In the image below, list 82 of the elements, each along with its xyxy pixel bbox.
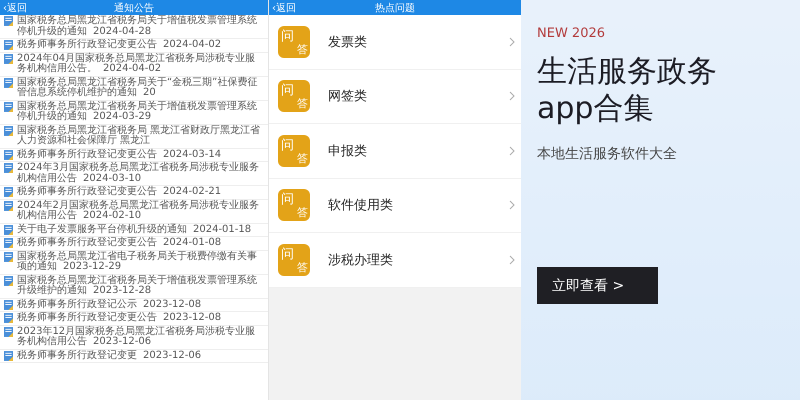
- notice-item[interactable]: 国家税务总局黑龙江省税务局关于增值税发票管理系统停机升级的通知 2024-03-29: [0, 100, 268, 124]
- notice-title: 国家税务总局黑龙江省税务局关于增值税发票管理系统停机升级的通知 2024-03-29: [17, 102, 258, 122]
- document-icon: [4, 326, 13, 336]
- category-item[interactable]: 问 答 发票类: [269, 15, 521, 70]
- document-icon: [4, 163, 13, 173]
- chevron-icon: [509, 36, 515, 47]
- notice-item[interactable]: 国家税务总局黑龙江省税务局关于增值税发票管理系统升级维护的通知 2023-12-28: [0, 274, 268, 298]
- document-icon: [4, 102, 13, 112]
- notice-title: 税务师事务所行政登记变更公告 2024-04-02: [17, 40, 222, 50]
- category-label: 申报类: [328, 142, 368, 160]
- promo-headline: 生活服务政务app合集: [537, 53, 717, 127]
- notice-title: 税务师事务所行政登记变更公告 2024-03-14: [17, 150, 222, 160]
- notice-title: 关于电子发票服务平台停机升级的通知 2024-01-18: [17, 224, 252, 235]
- category-label: 网签类: [328, 88, 368, 106]
- notice-title: 2024年04月国家税务总局黑龙江省税务局涉税专业服务机构信用公告。 2024-04-02: [17, 54, 256, 74]
- notice-item[interactable]: 税务师事务所行政登记变更 2023-12-06: [0, 350, 268, 363]
- chevron-icon: [509, 146, 515, 156]
- notice-item[interactable]: 2024年2月国家税务总局黑龙江省税务局涉税专业服务机构信用公告 2024-02-10: [0, 200, 268, 224]
- qa-badge: 问 答: [278, 134, 310, 167]
- document-icon: [4, 126, 13, 136]
- notice-title: 国家税务总局黑龙江省电子税务局关于税费停缴有关事项的通知 2023-12-29: [17, 252, 258, 272]
- document-icon: [4, 200, 13, 210]
- view-now-button[interactable]: 立即查看 >: [537, 267, 658, 304]
- document-icon: [4, 224, 13, 234]
- notice-title: 税务师事务所行政登记公示 2023-12-08: [17, 300, 202, 310]
- category-label: 发票类: [328, 34, 368, 51]
- notice-title: 税务师事务所行政登记变更公告 2024-02-21: [17, 187, 222, 198]
- document-icon: [4, 238, 13, 248]
- notice-item[interactable]: 国家税务总局黑龙江省税务局关于“金税三期”社保费征管信息系统停机维护的通知 20: [0, 76, 268, 100]
- notice-item[interactable]: 2024年04月国家税务总局黑龙江省税务局涉税专业服务机构信用公告。 2024-04-02: [0, 52, 268, 76]
- category-item[interactable]: 问 答 涉税办理类: [269, 233, 521, 288]
- document-icon: [4, 350, 13, 360]
- qa-badge: 问 答: [278, 189, 310, 222]
- notice-title: 2023年12月国家税务总局黑龙江省税务局涉税专业服务机构信用公告 2023-12-06: [17, 326, 256, 348]
- notice-title: 国家税务总局黑龙江省税务局关于增值税发票管理系统停机升级的通知 2024-04-28: [17, 16, 258, 37]
- chevron-icon: [509, 200, 515, 210]
- notice-item[interactable]: 税务师事务所行政登记变更公告 2023-12-08: [0, 312, 268, 326]
- notice-item[interactable]: 税务师事务所行政登记变更公告 2024-03-14: [0, 148, 268, 162]
- category-label: 软件使用类: [328, 197, 394, 214]
- category-label: 涉税办理类: [328, 252, 394, 269]
- notice-item[interactable]: 国家税务总局黑龙江省税务局关于增值税发票管理系统停机升级的通知 2024-04-28: [0, 15, 268, 39]
- notice-item[interactable]: 税务师事务所行政登记变更公告 2024-04-02: [0, 39, 268, 52]
- notice-item[interactable]: 2023年12月国家税务总局黑龙江省税务局涉税专业服务机构信用公告 2023-12-06: [0, 326, 268, 350]
- notice-title: 税务师事务所行政登记变更公告 2024-01-08: [17, 238, 222, 248]
- chevron-icon: [509, 254, 515, 265]
- chevron-icon: [509, 91, 515, 102]
- document-icon: [4, 313, 13, 323]
- qa-badge: 问 答: [278, 80, 310, 112]
- notice-item[interactable]: 税务师事务所行政登记公示 2023-12-08: [0, 298, 268, 312]
- category-item[interactable]: 问 答 申报类: [269, 124, 521, 178]
- document-icon: [4, 150, 13, 160]
- notice-title: 国家税务总局黑龙江省税务局 黑龙江省财政厅黑龙江省人力资源和社会保障厅 黑龙江: [17, 126, 262, 146]
- category-item[interactable]: 问 答 网签类: [269, 70, 521, 124]
- notice-item[interactable]: 税务师事务所行政登记变更公告 2024-01-08: [0, 237, 268, 250]
- category-item[interactable]: 问 答 软件使用类: [269, 178, 521, 233]
- document-icon: [4, 78, 13, 88]
- notice-item[interactable]: 关于电子发票服务平台停机升级的通知 2024-01-18: [0, 224, 268, 237]
- document-icon: [4, 16, 13, 26]
- document-icon: [4, 40, 13, 50]
- notice-title: 税务师事务所行政登记变更公告 2023-12-08: [17, 313, 222, 324]
- notice-title: 国家税务总局黑龙江省税务局关于增值税发票管理系统升级维护的通知 2023-12-28: [17, 276, 258, 296]
- document-icon: [4, 252, 13, 262]
- notice-item[interactable]: 税务师事务所行政登记变更公告 2024-02-21: [0, 186, 268, 200]
- promo-tag: NEW 2026: [537, 26, 784, 41]
- qa-badge: 问 答: [278, 26, 310, 58]
- header-title: 通知公告: [114, 2, 154, 14]
- notice-title: 2024年3月国家税务总局黑龙江省税务局涉税专业服务机构信用公告 2024-03-10: [17, 163, 260, 184]
- notice-title: 国家税务总局黑龙江省税务局关于“金税三期”社保费征管信息系统停机维护的通知 20: [17, 78, 258, 98]
- back-button[interactable]: ‹返回: [3, 0, 27, 15]
- header-title: 热点问题: [375, 2, 415, 14]
- document-icon: [4, 300, 13, 310]
- notice-title: 2024年2月国家税务总局黑龙江省税务局涉税专业服务机构信用公告 2024-02-10: [17, 200, 260, 222]
- document-icon: [4, 276, 13, 286]
- document-icon: [4, 187, 13, 197]
- notice-item[interactable]: 2024年3月国家税务总局黑龙江省税务局涉税专业服务机构信用公告 2024-03-10: [0, 162, 268, 186]
- back-button[interactable]: ‹返回: [272, 0, 296, 15]
- notice-item[interactable]: 国家税务总局黑龙江省税务局 黑龙江省财政厅黑龙江省人力资源和社会保障厅 黑龙江: [0, 124, 268, 148]
- document-icon: [4, 54, 13, 64]
- promo-subtitle: 本地生活服务软件大全: [537, 145, 678, 163]
- qa-badge: 问 答: [278, 244, 310, 276]
- notice-item[interactable]: 国家税务总局黑龙江省电子税务局关于税费停缴有关事项的通知 2023-12-29: [0, 250, 268, 274]
- notice-title: 税务师事务所行政登记变更 2023-12-06: [17, 350, 202, 361]
